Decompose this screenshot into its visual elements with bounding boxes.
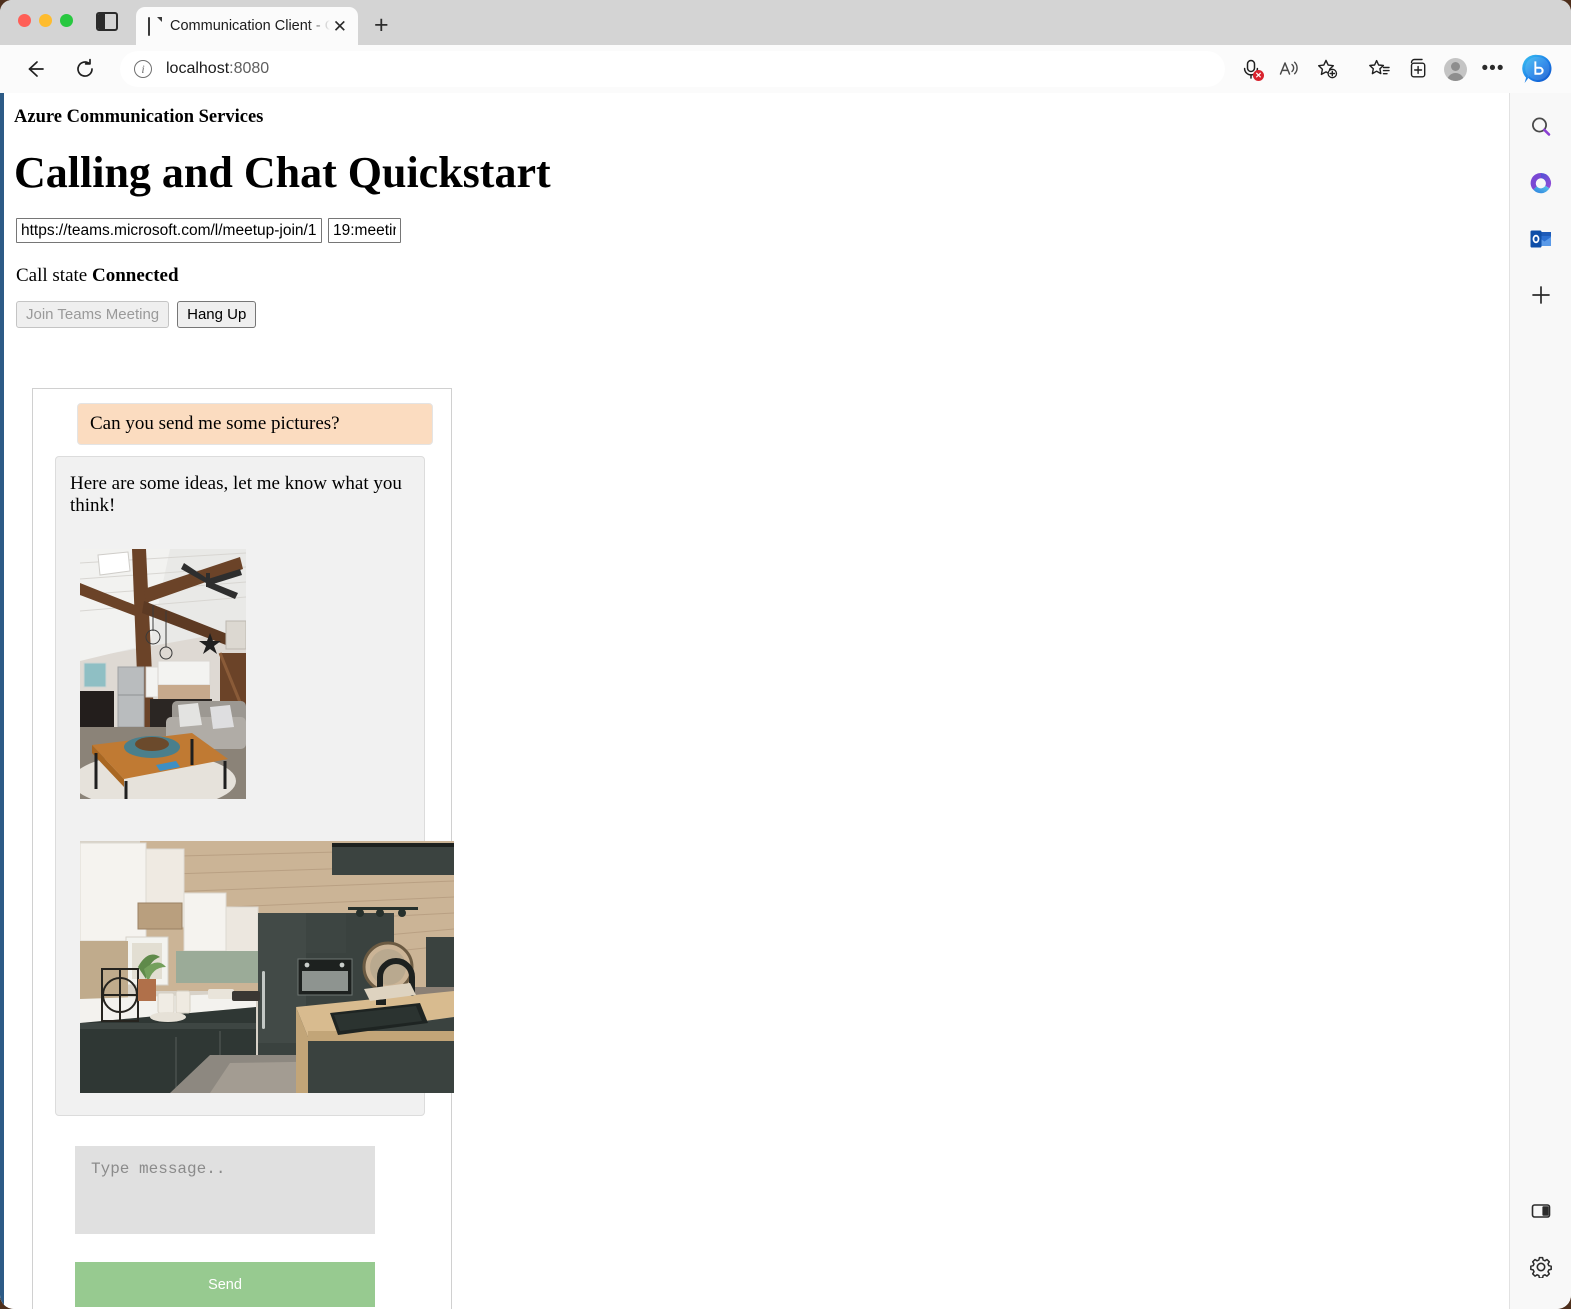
copilot-icon[interactable] — [1517, 48, 1559, 90]
maximize-window-button[interactable] — [60, 14, 73, 27]
read-aloud-icon[interactable] — [1271, 51, 1307, 87]
chat-message-text: Here are some ideas, let me know what yo… — [70, 473, 402, 517]
sidebar-toggle-icon[interactable] — [96, 12, 118, 31]
collections-icon[interactable] — [1399, 51, 1435, 87]
meeting-inputs-row — [16, 218, 1509, 244]
microphone-blocked-badge: ✕ — [1253, 70, 1264, 81]
send-button[interactable]: Send — [75, 1262, 375, 1308]
split-screen-icon[interactable] — [1521, 1191, 1561, 1231]
url-host: localhost — [166, 60, 230, 77]
page-scrollbar[interactable] — [1504, 93, 1509, 1309]
photo-living-room[interactable] — [80, 549, 246, 800]
tab-title: Communication Client - Calling — [170, 18, 330, 34]
new-tab-button[interactable]: + — [374, 13, 389, 38]
site-info-icon[interactable]: i — [134, 60, 152, 78]
browser-window: Communication Client - Calling ✕ + i — [0, 0, 1571, 1309]
browser-toolbar: i localhost:8080 ✕ ••• — [0, 45, 1571, 93]
call-state-line: Call state Connected — [16, 265, 1509, 287]
photo-kitchen[interactable] — [80, 841, 454, 1094]
page-title: Calling and Chat Quickstart — [14, 148, 551, 197]
page-icon — [148, 17, 162, 36]
back-button[interactable] — [18, 52, 52, 86]
edge-sidebar — [1509, 93, 1571, 1309]
join-teams-meeting-button[interactable]: Join Teams Meeting — [16, 301, 170, 329]
search-icon[interactable] — [1521, 107, 1561, 147]
reload-button[interactable] — [68, 52, 102, 86]
tab-strip: Communication Client - Calling ✕ + — [0, 0, 1571, 45]
url-port: :8080 — [229, 60, 270, 77]
microsoft-365-icon[interactable] — [1521, 163, 1561, 203]
microphone-muted-icon[interactable]: ✕ — [1233, 51, 1269, 87]
hang-up-button[interactable]: Hang Up — [177, 301, 257, 329]
close-window-button[interactable] — [18, 14, 31, 27]
close-icon[interactable]: ✕ — [330, 18, 350, 35]
browser-tab[interactable]: Communication Client - Calling ✕ — [136, 7, 358, 45]
message-input[interactable] — [75, 1146, 375, 1235]
call-buttons-row: Join Teams Meeting Hang Up — [16, 301, 1509, 329]
browser-body: Azure Communication Services Calling and… — [0, 93, 1571, 1309]
profile-avatar-icon[interactable] — [1437, 51, 1473, 87]
url-text: localhost:8080 — [166, 60, 269, 78]
chat-widget: Can you send me some pictures? Here are … — [32, 388, 454, 1309]
chat-message-card: Here are some ideas, let me know what yo… — [55, 456, 454, 1117]
desktop-background: Communication Client - Calling ✕ + i — [0, 0, 1571, 1309]
thread-id-input[interactable] — [328, 218, 401, 244]
settings-and-more-button[interactable]: ••• — [1475, 51, 1511, 87]
minimize-window-button[interactable] — [39, 14, 52, 27]
address-bar[interactable]: i localhost:8080 — [120, 51, 1225, 87]
avatar — [1443, 57, 1467, 81]
app-subtitle: Azure Communication Services — [14, 107, 264, 127]
chat-messages-area: Can you send me some pictures? Here are … — [33, 403, 454, 1117]
chat-composer: Send — [33, 1116, 451, 1309]
favorites-icon[interactable] — [1361, 51, 1397, 87]
toolbar-right-group: ✕ ••• — [1233, 48, 1559, 90]
add-favorite-icon[interactable] — [1309, 51, 1345, 87]
window-traffic-lights — [18, 14, 73, 27]
meeting-link-input[interactable] — [16, 218, 322, 244]
page-viewport: Azure Communication Services Calling and… — [0, 93, 1509, 1309]
chat-message-incoming: Can you send me some pictures? — [77, 403, 433, 446]
settings-gear-icon[interactable] — [1521, 1247, 1561, 1287]
call-state-label: Call state — [16, 265, 88, 287]
call-state-value: Connected — [91, 265, 179, 287]
add-site-icon[interactable] — [1521, 275, 1561, 315]
outlook-icon[interactable] — [1521, 219, 1561, 259]
page-content: Azure Communication Services Calling and… — [4, 93, 1509, 1309]
